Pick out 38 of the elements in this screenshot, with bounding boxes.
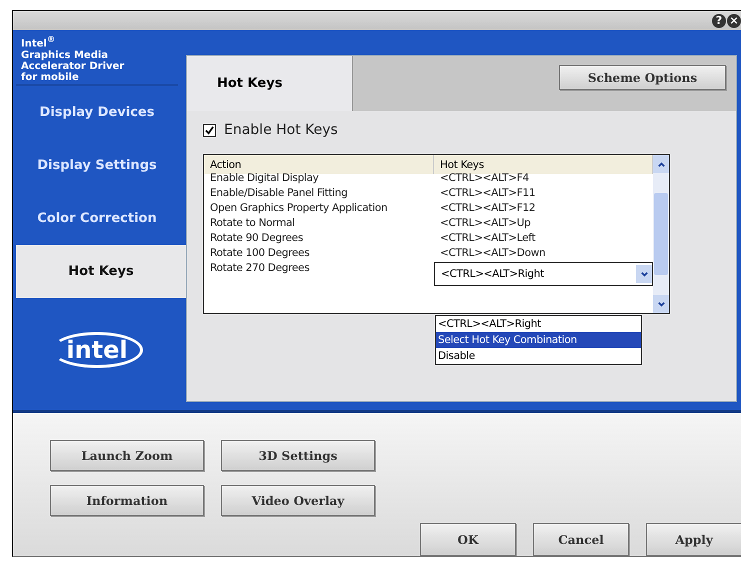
help-icon[interactable]: ? bbox=[712, 14, 726, 28]
action-button[interactable]: Information bbox=[50, 485, 204, 516]
dialog-button[interactable]: Cancel bbox=[533, 523, 629, 556]
action-button[interactable]: Launch Zoom bbox=[50, 440, 204, 471]
brand-title: Intel$^{®}$ Graphics Media Accelerator Driver for mobile bbox=[16, 30, 178, 86]
scroll-down-icon[interactable] bbox=[656, 300, 666, 309]
table-cell-text: <CTRL><ALT>Down bbox=[439, 246, 546, 260]
table-cell-text: <CTRL><ALT>Up bbox=[439, 216, 532, 230]
dialog-button[interactable]: OK bbox=[420, 523, 516, 556]
table-cell-text: <CTRL><ALT>F11 bbox=[439, 186, 536, 200]
sidebar-item[interactable]: Display Settings bbox=[16, 139, 178, 192]
table-cell-text: Rotate 90 Degrees bbox=[209, 230, 304, 246]
column-header[interactable]: Action bbox=[204, 155, 434, 174]
dropdown-option[interactable]: <CTRL><ALT>Right bbox=[436, 316, 641, 332]
scroll-up-icon[interactable] bbox=[656, 160, 666, 169]
table-cell-text: Rotate 100 Degrees bbox=[209, 246, 310, 260]
hot-keys-tab[interactable]: Hot Keys bbox=[187, 56, 353, 112]
enable-hot-keys-checkbox[interactable] bbox=[203, 124, 216, 137]
checkbox-label: Enable Hot Keys bbox=[224, 122, 338, 138]
hot-key-combo[interactable]: <CTRL><ALT>Right bbox=[434, 262, 653, 286]
dropdown-option[interactable]: Disable bbox=[436, 348, 641, 364]
action-button[interactable]: Video Overlay bbox=[221, 485, 375, 516]
close-icon[interactable]: × bbox=[727, 14, 741, 28]
table-cell-text: Rotate 270 Degrees bbox=[209, 260, 310, 276]
table-cell-text: Enable/Disable Panel Fitting bbox=[209, 186, 349, 200]
table-cell-text: <CTRL><ALT>F12 bbox=[439, 200, 536, 216]
action-button[interactable]: 3D Settings bbox=[221, 440, 375, 471]
table-cell-text: <CTRL><ALT>Left bbox=[439, 230, 536, 246]
scrollbar[interactable] bbox=[653, 155, 669, 314]
sidebar-item[interactable]: Display Devices bbox=[16, 86, 178, 140]
table-cell-text: Open Graphics Property Application bbox=[209, 200, 388, 216]
table-cell-text: Rotate to Normal bbox=[209, 216, 296, 230]
dropdown-option[interactable]: Select Hot Key Combination bbox=[436, 332, 641, 348]
sidebar-item[interactable]: Color Correction bbox=[16, 192, 178, 246]
column-header[interactable]: Hot Keys bbox=[434, 155, 653, 174]
sidebar-item[interactable]: Hot Keys bbox=[16, 245, 186, 298]
dialog-button[interactable]: Apply bbox=[646, 523, 741, 556]
scheme-options-button[interactable]: Scheme Options bbox=[559, 65, 726, 90]
